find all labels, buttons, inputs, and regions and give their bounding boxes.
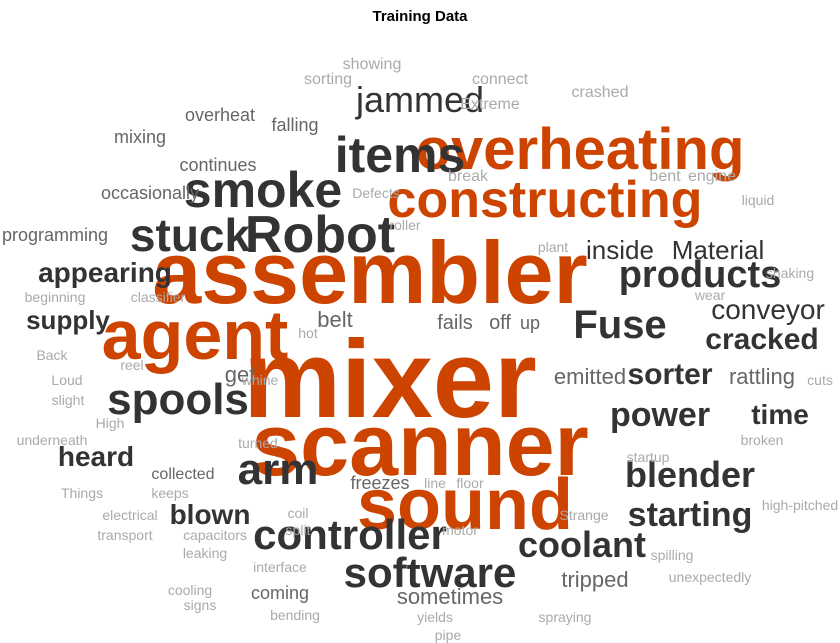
word-crashed: crashed — [572, 85, 629, 101]
word-belt: belt — [317, 309, 352, 331]
word-rattling: rattling — [729, 366, 795, 388]
word-beginning: beginning — [25, 290, 86, 304]
word-things: Things — [61, 486, 103, 500]
word-classifier: classifier — [131, 290, 185, 304]
word-interface: interface — [253, 560, 307, 574]
word-hot: hot — [298, 326, 317, 340]
word-mixing: mixing — [114, 128, 166, 146]
word-reel: reel — [120, 358, 143, 372]
word-coil: coil — [287, 506, 308, 520]
word-tripped: tripped — [561, 569, 628, 591]
word-conveyor: conveyor — [711, 296, 825, 324]
word-floor: floor — [456, 476, 483, 490]
word-inside: inside — [586, 237, 654, 263]
word-collected: collected — [151, 467, 214, 483]
word-line: line — [424, 476, 446, 490]
word-underneath: underneath — [17, 433, 88, 447]
word-slight: slight — [52, 393, 85, 407]
word-broken: broken — [741, 433, 784, 447]
word-signs: signs — [184, 598, 217, 612]
word-plant: plant — [538, 240, 568, 254]
word-falling: falling — [271, 116, 318, 134]
word-motor: motor — [442, 523, 478, 537]
word-keeps: keeps — [151, 486, 188, 500]
word-turned: turned — [238, 436, 278, 450]
word-extreme: Extreme — [460, 97, 520, 113]
word-off: off — [489, 313, 511, 333]
word-split: split — [286, 523, 311, 537]
word-defects: Defects — [352, 186, 399, 200]
word-roller: roller — [389, 218, 420, 232]
word-occasionally: occasionally — [101, 184, 199, 202]
word-cooling: cooling — [168, 583, 212, 597]
word-electrical: electrical — [102, 508, 157, 522]
word-time: time — [751, 401, 809, 429]
word-arm: arm — [238, 448, 319, 492]
word-showing: showing — [343, 57, 402, 73]
word-leaking: leaking — [183, 546, 227, 560]
word-cuts: cuts — [807, 373, 833, 387]
word-bending: bending — [270, 608, 320, 622]
title: Training Data — [0, 0, 840, 25]
word-strange: Strange — [559, 508, 608, 522]
word-items: items — [335, 130, 466, 180]
word-stuck: stuck — [130, 212, 250, 258]
word-material: Material — [672, 237, 764, 263]
word-wear: wear — [695, 288, 725, 302]
word-supply: supply — [26, 307, 110, 333]
word-spilling: spilling — [651, 548, 694, 562]
word-cracked: cracked — [705, 325, 818, 355]
word-freezes: freezes — [350, 474, 409, 492]
word-pipe: pipe — [435, 628, 461, 642]
word-power: power — [610, 398, 710, 432]
word-high-pitched: high-pitched — [762, 498, 838, 512]
word-unexpectedly: unexpectedly — [669, 570, 752, 584]
word-back: Back — [36, 348, 67, 362]
word-break: break — [448, 169, 488, 185]
word-shaking: shaking — [766, 266, 814, 280]
word-fuse: Fuse — [573, 305, 666, 345]
word-sorting: sorting — [304, 72, 352, 88]
word-loud: Loud — [51, 373, 82, 387]
word-continues: continues — [179, 156, 256, 174]
word-programming: programming — [2, 226, 108, 244]
word-liquid: liquid — [742, 193, 775, 207]
word-capacitors: capacitors — [183, 528, 247, 542]
word-bent: bent — [649, 169, 680, 185]
word-sometimes: sometimes — [397, 586, 503, 608]
word-spraying: spraying — [539, 610, 592, 624]
word-yields: yields — [417, 610, 453, 624]
word-engine: engine — [688, 169, 736, 185]
word-overheat: overheat — [185, 106, 255, 124]
word-starting: starting — [628, 498, 753, 532]
word-high: High — [96, 416, 125, 430]
word-fails: fails — [437, 313, 473, 333]
word-coming: coming — [251, 584, 309, 602]
word-cloud: mixerassemblerscannersoundagentoverheati… — [0, 25, 840, 625]
word-sorter: sorter — [627, 360, 712, 390]
word-connect: connect — [472, 72, 528, 88]
word-whine: whine — [242, 373, 279, 387]
word-up: up — [520, 314, 540, 332]
word-appearing: appearing — [38, 259, 172, 287]
word-emitted: emitted — [554, 366, 626, 388]
word-startup: startup — [627, 450, 670, 464]
word-transport: transport — [97, 528, 152, 542]
word-blown: blown — [170, 501, 251, 529]
